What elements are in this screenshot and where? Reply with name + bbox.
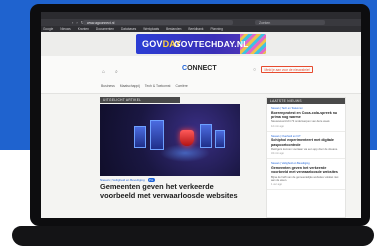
news-item-excerpt: Bijna de helft van de gemeentelijke webs…: [271, 175, 339, 183]
glow-effect: [160, 144, 210, 162]
site-logo[interactable]: CONNECT: [182, 65, 217, 72]
news-list-item[interactable]: Nieuws | Overheid en ICT Schiphol experim…: [267, 132, 345, 160]
site-navigation: Business Maatschappij Tech & Toekomst Carri…: [101, 84, 188, 88]
bookmark-item[interactable]: Beeldbank: [188, 27, 203, 31]
nav-item[interactable]: Maatschappij: [120, 84, 140, 88]
news-item-title: Gemeenten geven het verkeerde voorbeeld …: [271, 166, 338, 175]
govtechday-banner-ad[interactable]: GOVDAY GOVTECHDAY.NL: [136, 34, 266, 54]
news-item-excerpt: Reizigers kunnen voortaan via een app do…: [271, 148, 338, 152]
news-list-item[interactable]: Nieuws | Veiligheid en Beveiliging Gemeen…: [267, 159, 345, 191]
search-icon[interactable]: ⌕: [115, 69, 118, 75]
news-item-excerpt: Nieuwsoverzicht 73 onderwerpen van deze …: [271, 120, 331, 124]
browser-toolbar: ‹ › ↻ www.agconnect.nl Zoeken: [41, 19, 361, 26]
news-item-time: 1 uur ago: [271, 183, 282, 187]
shield-icon: [180, 130, 194, 146]
nav-item[interactable]: Carrière: [176, 84, 188, 88]
news-item-title: Schiphol experimenteert met digitale pas…: [271, 138, 334, 147]
browser-search-input[interactable]: Zoeken: [255, 20, 325, 25]
laptop-base: [12, 226, 374, 246]
home-icon[interactable]: ⌂: [102, 69, 105, 75]
site-logo-rest: ONNECT: [187, 65, 217, 72]
nav-item[interactable]: Business: [101, 84, 115, 88]
news-item-title: Boerenprotest en Coca-cola-spreek nu pri…: [271, 110, 338, 120]
banner-logo-gov: GOV: [142, 39, 163, 49]
article-title[interactable]: Gemeenten geven het verkeerde voorbeeld …: [100, 182, 240, 200]
bookmark-item[interactable]: Kranten: [78, 27, 89, 31]
bookmark-item[interactable]: Documenten: [96, 27, 114, 31]
bookmark-list: Google Nieuws Kranten Documenten Databases We…: [43, 27, 223, 31]
browser-tab-bar: [41, 12, 361, 19]
latest-news-sidebar: LAATSTE NIEUWS Nieuws | Tech en Toekomst…: [266, 97, 346, 218]
news-item-time: 12 min ago: [271, 124, 284, 128]
address-bar[interactable]: www.agconnect.nl: [83, 20, 233, 25]
server-illustration: [134, 126, 146, 148]
bookmark-item[interactable]: Google: [43, 27, 53, 31]
article-image[interactable]: [100, 104, 240, 176]
profile-icon[interactable]: ○: [253, 67, 256, 73]
newsletter-button[interactable]: Meld je aan voor de nieuwsbrief: [261, 66, 313, 73]
news-item-category: Nieuws | Overheid en ICT: [271, 134, 301, 138]
bookmark-item[interactable]: Databases: [121, 27, 136, 31]
site-header: ⌂ ⌕ CONNECT ○ Meld je aan voor de nieuws…: [41, 56, 361, 94]
laptop-screen: ‹ › ↻ www.agconnect.nl Zoeken Google Nieu…: [41, 12, 361, 218]
server-illustration: [215, 130, 225, 148]
bookmark-item[interactable]: Planning: [210, 27, 222, 31]
banner-url: GOVTECHDAY.NL: [174, 39, 249, 49]
sidebar-list: Nieuws | Tech en Toekomst Boerenprotest e…: [267, 104, 345, 191]
banner-area: GOVDAY GOVTECHDAY.NL: [41, 32, 361, 56]
bookmark-item[interactable]: Bestanden: [166, 27, 181, 31]
bookmark-item[interactable]: Werkplaats: [143, 27, 159, 31]
news-list-item[interactable]: Nieuws | Tech en Toekomst Boerenprotest e…: [267, 104, 345, 132]
search-placeholder: Zoeken: [259, 20, 271, 25]
news-item-category: Nieuws | Veiligheid en Beveiliging: [271, 162, 310, 166]
back-icon[interactable]: ‹: [72, 20, 73, 25]
news-item-category: Nieuws | Tech en Toekomst: [271, 107, 303, 110]
bookmark-item[interactable]: Nieuws: [60, 27, 70, 31]
news-item-time: 34 min ago: [271, 152, 284, 156]
forward-icon[interactable]: ›: [76, 20, 77, 25]
nav-item[interactable]: Tech & Toekomst: [145, 84, 171, 88]
url-text: www.agconnect.nl: [87, 20, 115, 25]
section-heading: UITGELICHT ARTIKEL: [100, 97, 180, 103]
